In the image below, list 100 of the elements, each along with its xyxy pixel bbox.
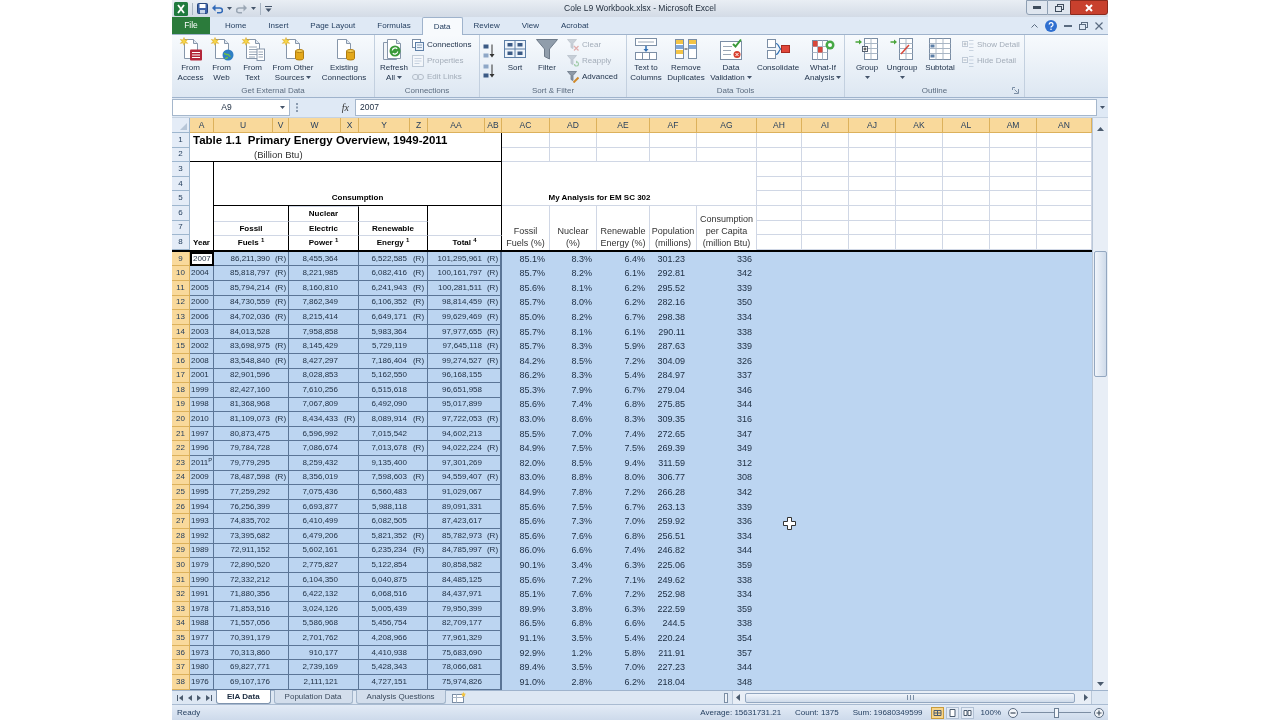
- column-header[interactable]: AN: [1037, 118, 1092, 133]
- collapse-ribbon-icon[interactable]: [1031, 23, 1038, 28]
- column-header[interactable]: AF: [650, 118, 697, 133]
- column-header[interactable]: AI: [802, 118, 849, 133]
- save-icon[interactable]: [197, 3, 208, 14]
- minimize-button[interactable]: [1026, 0, 1048, 15]
- ribbon-button[interactable]: Consolidate: [755, 37, 801, 73]
- ribbon-button[interactable]: Refresh All: [378, 37, 410, 82]
- row-header[interactable]: 3: [172, 162, 190, 177]
- horizontal-scrollbar[interactable]: [732, 691, 1092, 704]
- help-icon[interactable]: [1045, 19, 1057, 32]
- page-break-view-icon[interactable]: [960, 706, 974, 719]
- row-header[interactable]: 13: [172, 310, 190, 325]
- undo-icon[interactable]: [212, 3, 223, 14]
- row-header[interactable]: 20: [172, 412, 190, 427]
- ribbon-tab[interactable]: Home: [214, 17, 258, 34]
- split-handle-icon[interactable]: [724, 692, 728, 703]
- ribbon-tab[interactable]: View: [510, 17, 550, 34]
- ribbon-tab[interactable]: Formulas: [366, 17, 422, 34]
- column-header[interactable]: AD: [550, 118, 597, 133]
- column-header[interactable]: Y: [359, 118, 410, 133]
- row-header[interactable]: 27: [172, 514, 190, 530]
- column-header[interactable]: AA: [428, 118, 485, 133]
- previous-sheet-icon[interactable]: [187, 694, 192, 701]
- column-header[interactable]: A: [190, 118, 214, 133]
- customize-icon[interactable]: [265, 5, 272, 12]
- ribbon-button[interactable]: Connections: [411, 37, 473, 53]
- scroll-up-icon[interactable]: [1097, 127, 1104, 131]
- column-header[interactable]: AH: [757, 118, 802, 133]
- last-sheet-icon[interactable]: [205, 694, 212, 701]
- insert-sheet-icon[interactable]: [451, 692, 466, 703]
- row-header[interactable]: 23: [172, 456, 190, 471]
- row-header[interactable]: 5: [172, 191, 190, 206]
- restore-button[interactable]: [1048, 0, 1070, 15]
- scrollbar-thumb[interactable]: [745, 692, 1075, 703]
- ribbon-button[interactable]: From Other Sources: [269, 37, 317, 82]
- minimize-icon[interactable]: [1064, 24, 1072, 27]
- ribbon-button[interactable]: Existing Connections: [319, 37, 369, 82]
- row-header[interactable]: 32: [172, 587, 190, 602]
- ribbon-tab[interactable]: Data: [421, 17, 463, 35]
- row-header[interactable]: 28: [172, 529, 190, 544]
- ribbon-tab[interactable]: Page Layout: [299, 17, 367, 34]
- column-header[interactable]: AB: [485, 118, 502, 133]
- row-header[interactable]: 37: [172, 660, 190, 675]
- restore-icon[interactable]: [1079, 21, 1088, 30]
- ribbon-button[interactable]: From Text: [238, 37, 267, 82]
- slider-thumb[interactable]: [1053, 707, 1059, 718]
- ribbon-button[interactable]: Data Validation: [708, 37, 754, 82]
- ribbon-button[interactable]: From Web: [207, 37, 236, 82]
- ribbon-button[interactable]: Subtotal: [923, 37, 957, 73]
- ribbon-button[interactable]: Remove Duplicates: [665, 37, 707, 82]
- ribbon-button[interactable]: From Access: [176, 37, 205, 82]
- column-header[interactable]: AL: [943, 118, 990, 133]
- ribbon-button[interactable]: Ungroup: [885, 37, 919, 79]
- column-header[interactable]: AE: [597, 118, 650, 133]
- row-header[interactable]: 10: [172, 266, 190, 281]
- row-header[interactable]: 8: [172, 235, 190, 250]
- zoom-in-icon[interactable]: [1094, 707, 1104, 718]
- row-header[interactable]: 35: [172, 631, 190, 646]
- expand-icon[interactable]: [1100, 106, 1105, 109]
- first-sheet-icon[interactable]: [176, 694, 183, 701]
- column-header[interactable]: U: [214, 118, 273, 133]
- ribbon-button[interactable]: Text to Columns: [628, 37, 664, 82]
- sheet-tab[interactable]: EIA Data: [216, 690, 271, 704]
- sheet-tab[interactable]: Analysis Questions: [355, 690, 446, 704]
- next-sheet-icon[interactable]: [196, 694, 201, 701]
- column-header[interactable]: X: [341, 118, 359, 133]
- column-header[interactable]: W: [289, 118, 341, 133]
- vertical-scrollbar[interactable]: [1092, 118, 1108, 690]
- ribbon-button[interactable]: What-If Analysis: [802, 37, 844, 82]
- row-header[interactable]: 1: [172, 133, 190, 148]
- zoom-out-icon[interactable]: [1008, 707, 1018, 718]
- column-header[interactable]: AJ: [849, 118, 896, 133]
- ribbon-button[interactable]: Sort: [502, 37, 528, 73]
- column-header[interactable]: AC: [502, 118, 550, 133]
- ribbon-tab[interactable]: Review: [462, 17, 511, 34]
- file-tab[interactable]: File: [172, 17, 210, 34]
- column-header[interactable]: AM: [990, 118, 1037, 133]
- ribbon-button[interactable]: Filter: [534, 37, 560, 73]
- scroll-down-icon[interactable]: [1097, 682, 1104, 686]
- ribbon-tab[interactable]: Acrobat: [550, 17, 600, 34]
- name-box[interactable]: A9: [172, 99, 290, 116]
- zoom-slider[interactable]: [1021, 707, 1091, 718]
- close-button[interactable]: [1070, 0, 1108, 15]
- scroll-left-icon[interactable]: [736, 694, 740, 701]
- sheet-tab[interactable]: Population Data: [273, 690, 353, 704]
- insert-function-button[interactable]: fx: [341, 100, 349, 115]
- row-header[interactable]: 30: [172, 558, 190, 573]
- column-header[interactable]: V: [273, 118, 289, 133]
- normal-view-icon[interactable]: [930, 706, 944, 719]
- column-header[interactable]: AK: [896, 118, 943, 133]
- formula-field[interactable]: 2007: [355, 99, 1097, 116]
- close-icon[interactable]: [1095, 21, 1103, 30]
- ribbon-button[interactable]: Advanced: [566, 69, 619, 85]
- page-layout-view-icon[interactable]: [945, 706, 959, 719]
- row-header[interactable]: 22: [172, 441, 190, 457]
- row-header[interactable]: 25: [172, 485, 190, 500]
- row-header[interactable]: 33: [172, 602, 190, 617]
- scrollbar-thumb[interactable]: [1094, 251, 1107, 377]
- column-header[interactable]: Z: [410, 118, 428, 133]
